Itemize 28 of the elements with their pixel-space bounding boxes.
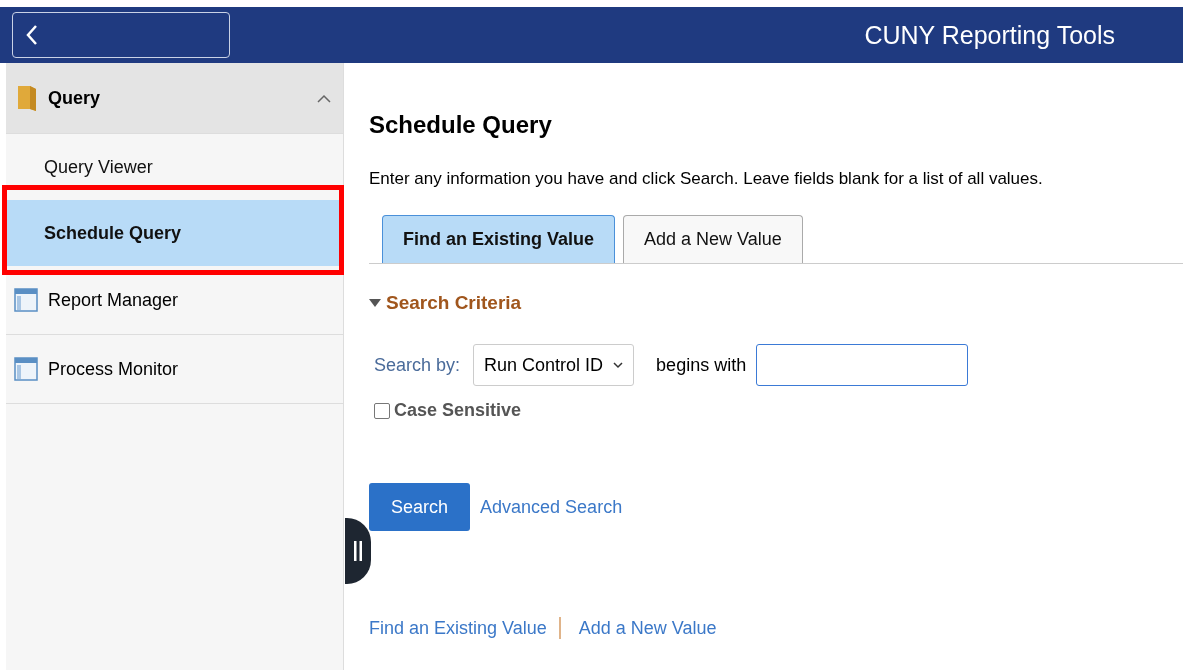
app-title: CUNY Reporting Tools (864, 20, 1115, 50)
search-input-field[interactable] (756, 344, 969, 386)
section-title: Search Criteria (386, 292, 522, 314)
search-by-dropdown[interactable]: Run Control ID (473, 344, 635, 386)
panel-handle[interactable] (345, 518, 371, 584)
advanced-search-link[interactable]: Advanced Search (480, 496, 623, 518)
back-button[interactable] (12, 12, 230, 58)
sidebar-item[interactable]: Query Viewer (6, 134, 343, 200)
caret-icon (613, 361, 624, 369)
tab[interactable]: Add a New Value (623, 215, 803, 263)
page-icon (14, 288, 38, 312)
tab[interactable]: Find an Existing Value (382, 215, 616, 263)
folder-icon (16, 84, 38, 112)
instructions-text: Enter any information you have and click Search. Leave fields blank for a list of all values. (369, 169, 1044, 189)
page-title: Schedule Query (369, 111, 553, 139)
back-icon (25, 24, 39, 46)
footer-link[interactable]: Find an Existing Value (369, 617, 547, 639)
footer-link[interactable]: Add a New Value (578, 617, 717, 639)
triangle-down-icon[interactable] (369, 298, 381, 308)
checkbox-label: Case Sensitive (394, 400, 522, 421)
operator-label: begins with (656, 354, 747, 376)
page-icon (14, 357, 38, 381)
sidebar-item[interactable]: Report Manager (6, 266, 343, 335)
sidebar-item[interactable]: Process Monitor (6, 335, 343, 404)
search-by-label: Search by: (374, 354, 461, 376)
sidebar-group-header[interactable]: Query (6, 63, 343, 134)
search-button[interactable]: Search (369, 483, 471, 531)
checkbox[interactable] (374, 402, 390, 419)
